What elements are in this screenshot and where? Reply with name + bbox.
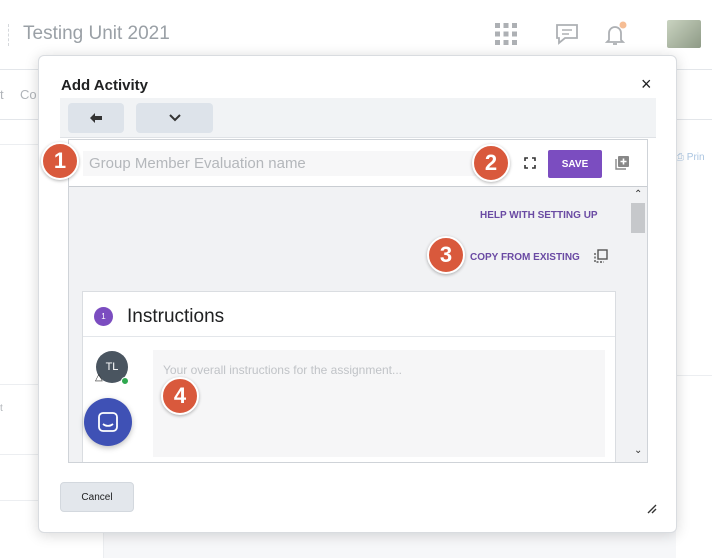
course-title[interactable]: Testing Unit 2021 xyxy=(23,23,170,45)
graduation-cap-icon: △ xyxy=(95,372,103,383)
divider xyxy=(676,375,712,376)
callout-marker: 1 xyxy=(41,142,79,180)
copy-from-existing-link[interactable]: COPY FROM EXISTING xyxy=(470,252,580,263)
cancel-button[interactable]: Cancel xyxy=(60,482,134,512)
nav-item[interactable]: t xyxy=(0,87,4,102)
apps-grid-icon[interactable] xyxy=(492,20,520,48)
activity-name-input[interactable] xyxy=(83,151,476,176)
resize-handle-icon[interactable] xyxy=(645,502,657,514)
instructions-textarea[interactable] xyxy=(153,350,605,457)
nav-item[interactable]: Co xyxy=(20,87,37,102)
arrow-left-icon xyxy=(90,113,102,123)
save-button[interactable]: SAVE xyxy=(548,150,602,178)
help-with-setting-up-link[interactable]: HELP WITH SETTING UP xyxy=(480,210,598,221)
scrollbar[interactable]: ⌃ ⌄ xyxy=(630,187,647,462)
print-link[interactable]: ⎙ Prin xyxy=(676,152,705,163)
callout-marker: 3 xyxy=(427,236,465,274)
scroll-down-icon[interactable]: ⌄ xyxy=(634,445,642,456)
chevron-down-icon xyxy=(168,114,181,122)
section-title: Instructions xyxy=(127,306,225,327)
right-panel xyxy=(676,120,712,558)
scroll-up-icon[interactable]: ⌃ xyxy=(634,189,642,200)
step-number-badge: 1 xyxy=(94,307,113,326)
name-bar: SAVE xyxy=(69,140,647,187)
print-label: Prin xyxy=(686,152,705,163)
fullscreen-icon[interactable] xyxy=(522,155,538,171)
activity-editor-frame: SAVE HELP WITH SETTING UP COPY FROM EXIS… xyxy=(68,139,648,463)
header-separator xyxy=(8,24,9,46)
chat-icon xyxy=(98,412,118,432)
chat-widget-button[interactable] xyxy=(84,398,132,446)
section-header: 1 Instructions xyxy=(83,292,615,337)
online-status-dot xyxy=(121,377,129,385)
scroll-thumb[interactable] xyxy=(631,203,645,233)
callout-marker: 4 xyxy=(161,377,199,415)
add-copy-icon[interactable] xyxy=(613,154,631,172)
printer-icon: ⎙ xyxy=(676,152,684,163)
add-activity-dialog: Add Activity × SAVE HELP WITH xyxy=(38,55,677,533)
options-dropdown-button[interactable] xyxy=(136,103,213,133)
side-text: t xyxy=(0,403,3,414)
close-icon[interactable]: × xyxy=(641,75,652,93)
notifications-bell-icon[interactable] xyxy=(601,20,629,48)
copy-icon[interactable] xyxy=(593,248,609,264)
dialog-toolbar xyxy=(60,98,656,138)
instructions-section: 1 Instructions TL △ xyxy=(82,291,616,462)
dialog-title: Add Activity xyxy=(61,77,148,94)
callout-marker: 2 xyxy=(472,144,510,182)
user-avatar[interactable] xyxy=(667,20,701,48)
back-button[interactable] xyxy=(68,103,124,133)
messages-icon[interactable] xyxy=(553,20,581,48)
